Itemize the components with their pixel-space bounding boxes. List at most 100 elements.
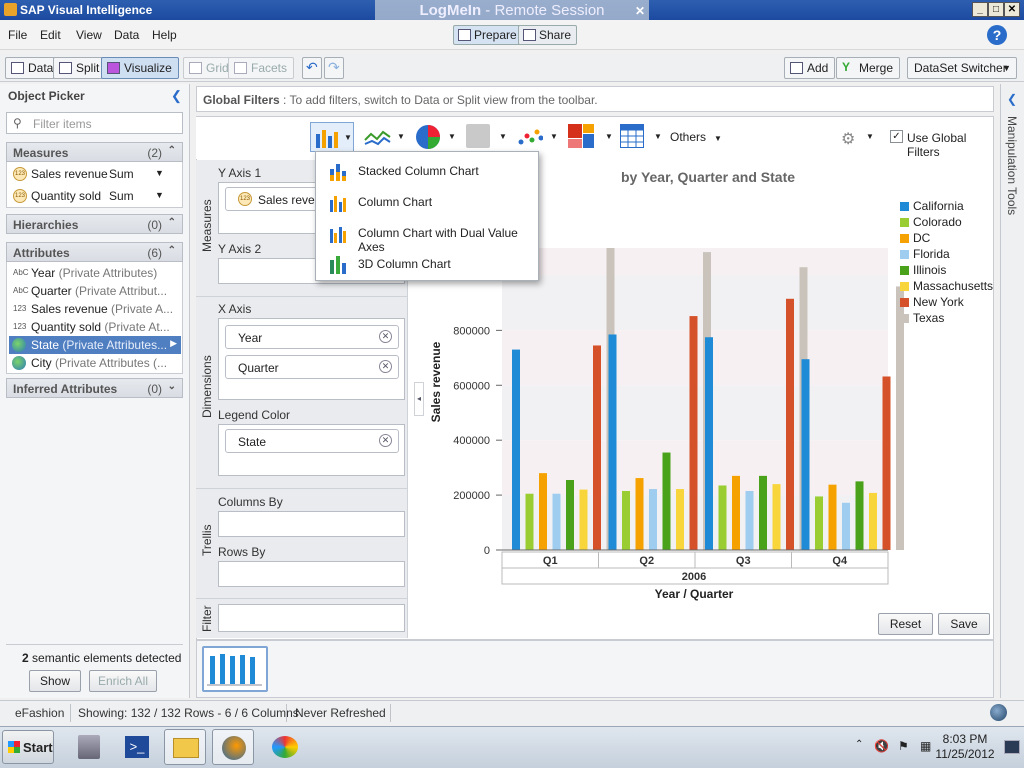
menu-item-stacked-column-chart[interactable]: Stacked Column Chart — [326, 159, 531, 183]
column-chart-picker[interactable]: ▼ — [310, 122, 354, 152]
bar-dc-q2[interactable] — [635, 478, 644, 550]
attribute-item-quarter[interactable]: AbC Quarter (Private Attribut... — [9, 282, 181, 300]
line-chart-picker[interactable]: ▼ — [364, 126, 405, 151]
remove-icon[interactable]: ✕ — [379, 330, 392, 343]
menu-item-3d-column-chart[interactable]: 3D Column Chart — [326, 252, 531, 276]
menu-help[interactable]: Help — [152, 28, 177, 42]
legend-item-new-york[interactable]: New York — [900, 295, 964, 309]
help-icon[interactable]: ? — [987, 25, 1007, 45]
others-chart-picker[interactable]: Others ▼ — [670, 130, 722, 144]
table-chart-picker[interactable]: ▼ — [620, 124, 662, 151]
taskbar-powershell[interactable]: >_ — [116, 729, 158, 765]
facets-button[interactable]: Facets — [228, 57, 295, 79]
system-clock[interactable]: 8:03 PM 11/25/2012 — [935, 732, 995, 762]
visualize-view-button[interactable]: Visualize — [101, 57, 179, 79]
attribute-item-state[interactable]: State (Private Attributes... ▶ — [9, 336, 181, 354]
bar-california-q2[interactable] — [608, 334, 617, 550]
connection-status-icon[interactable] — [990, 704, 1007, 721]
bar-florida-q3[interactable] — [745, 490, 754, 550]
hierarchies-section-header[interactable]: Hierarchies (0) ⌃ — [6, 214, 183, 234]
bar-illinois-q4[interactable] — [855, 481, 864, 550]
legend-item-colorado[interactable]: Colorado — [900, 215, 962, 229]
menu-item-column-chart[interactable]: Column Chart — [326, 190, 531, 214]
maximize-button[interactable]: □ — [988, 2, 1004, 17]
bar-illinois-q3[interactable] — [759, 475, 767, 550]
attribute-item-quantity-sold[interactable]: 123 Quantity sold (Private At... — [9, 318, 181, 336]
redo-button[interactable]: ↷ — [324, 57, 344, 79]
collapse-icon[interactable]: ⌃ — [168, 245, 176, 256]
bar-massachusetts-q2[interactable] — [676, 489, 684, 550]
manipulation-tools-rail[interactable]: ❮ Manipulation Tools — [1000, 84, 1024, 698]
menu-view[interactable]: View — [76, 28, 102, 42]
collapse-panel-icon[interactable]: ❮ — [171, 88, 182, 104]
share-mode-button[interactable]: Share — [518, 25, 578, 45]
show-hidden-icons[interactable]: ⌃ — [855, 739, 863, 750]
use-global-filters-checkbox[interactable]: ✓ — [890, 130, 903, 143]
bar-colorado-q4[interactable] — [815, 496, 823, 550]
pie-chart-picker[interactable]: ▼ — [415, 124, 456, 153]
bar-massachusetts-q1[interactable] — [579, 489, 588, 550]
bar-colorado-q1[interactable] — [525, 493, 534, 550]
feed-item-state[interactable]: State ✕ — [225, 429, 399, 453]
remove-icon[interactable]: ✕ — [379, 434, 392, 447]
feed-item-year[interactable]: Year ✕ — [225, 325, 399, 349]
bar-california-q1[interactable] — [512, 349, 520, 550]
menu-data[interactable]: Data — [114, 28, 139, 42]
inferred-attributes-section-header[interactable]: Inferred Attributes (0) ⌄ — [6, 378, 183, 398]
attributes-section-header[interactable]: Attributes (6) ⌃ — [6, 242, 183, 262]
bar-california-q4[interactable] — [801, 359, 810, 550]
merge-button[interactable]: Y Merge — [836, 57, 901, 79]
close-button[interactable]: ✕ — [1004, 2, 1020, 17]
bar-dc-q3[interactable] — [732, 475, 740, 550]
expand-panel-icon[interactable]: ❮ — [1007, 92, 1017, 106]
collapse-icon[interactable]: ⌃ — [168, 145, 176, 156]
bar-dc-q4[interactable] — [828, 484, 837, 550]
columns-by-dropzone[interactable] — [218, 511, 405, 537]
start-button[interactable]: Start — [2, 730, 54, 764]
bar-florida-q4[interactable] — [842, 502, 850, 550]
expand-icon[interactable]: ⌄ — [168, 381, 176, 392]
aggregation-select[interactable]: Sum — [109, 189, 134, 203]
bar-colorado-q2[interactable] — [622, 490, 630, 550]
volume-muted-icon[interactable]: 🔇 — [874, 739, 889, 753]
treemap-chart-picker[interactable]: ▼ — [568, 124, 613, 151]
bar-new-york-q3[interactable] — [786, 298, 794, 550]
bar-illinois-q2[interactable] — [662, 452, 671, 550]
legend-item-dc[interactable]: DC — [900, 231, 930, 245]
taskbar-explorer[interactable] — [164, 729, 206, 765]
measures-section-header[interactable]: Measures (2) ⌃ — [6, 142, 183, 162]
show-desktop-icon[interactable] — [1004, 740, 1020, 754]
show-button[interactable]: Show — [29, 670, 81, 692]
bar-massachusetts-q4[interactable] — [869, 492, 877, 550]
network-icon[interactable]: ▦ — [920, 739, 931, 753]
taskbar-server-manager[interactable] — [68, 729, 110, 765]
bar-illinois-q1[interactable] — [566, 479, 574, 550]
measure-item[interactable]: 123 Sales revenue Sum ▼ — [9, 165, 181, 183]
menu-item-dual-axis-column-chart[interactable]: Column Chart with Dual Value Axes — [326, 221, 531, 254]
split-view-button[interactable]: Split — [53, 57, 107, 79]
action-center-flag-icon[interactable]: ⚑ — [898, 739, 909, 753]
legend-color-dropzone[interactable]: State ✕ — [218, 424, 405, 476]
chevron-down-icon[interactable]: ▼ — [155, 168, 164, 178]
filter-items-input[interactable]: ⚲ Filter items — [6, 112, 183, 134]
legend-item-illinois[interactable]: Illinois — [900, 263, 946, 277]
menu-file[interactable]: File — [8, 28, 27, 42]
remove-icon[interactable]: ✕ — [379, 360, 392, 373]
geo-chart-picker[interactable]: ▼ — [466, 124, 507, 148]
bar-new-york-q4[interactable] — [882, 376, 891, 550]
add-button[interactable]: Add — [784, 57, 836, 79]
x-axis-dropzone[interactable]: Year ✕ Quarter ✕ — [218, 318, 405, 400]
bar-florida-q2[interactable] — [649, 489, 657, 550]
chevron-right-icon[interactable]: ▶ — [170, 338, 177, 349]
chevron-down-icon[interactable]: ▼ — [866, 132, 874, 141]
rows-by-dropzone[interactable] — [218, 561, 405, 587]
bar-colorado-q3[interactable] — [718, 485, 727, 550]
prepare-mode-button[interactable]: Prepare — [453, 25, 523, 45]
minimize-button[interactable]: _ — [972, 2, 988, 17]
bar-massachusetts-q3[interactable] — [772, 484, 781, 550]
bar-california-q3[interactable] — [705, 337, 713, 550]
legend-item-florida[interactable]: Florida — [900, 247, 950, 261]
save-button[interactable]: Save — [938, 613, 990, 635]
attribute-item-city[interactable]: City (Private Attributes (... — [9, 354, 181, 372]
undo-button[interactable]: ↶ — [302, 57, 322, 79]
